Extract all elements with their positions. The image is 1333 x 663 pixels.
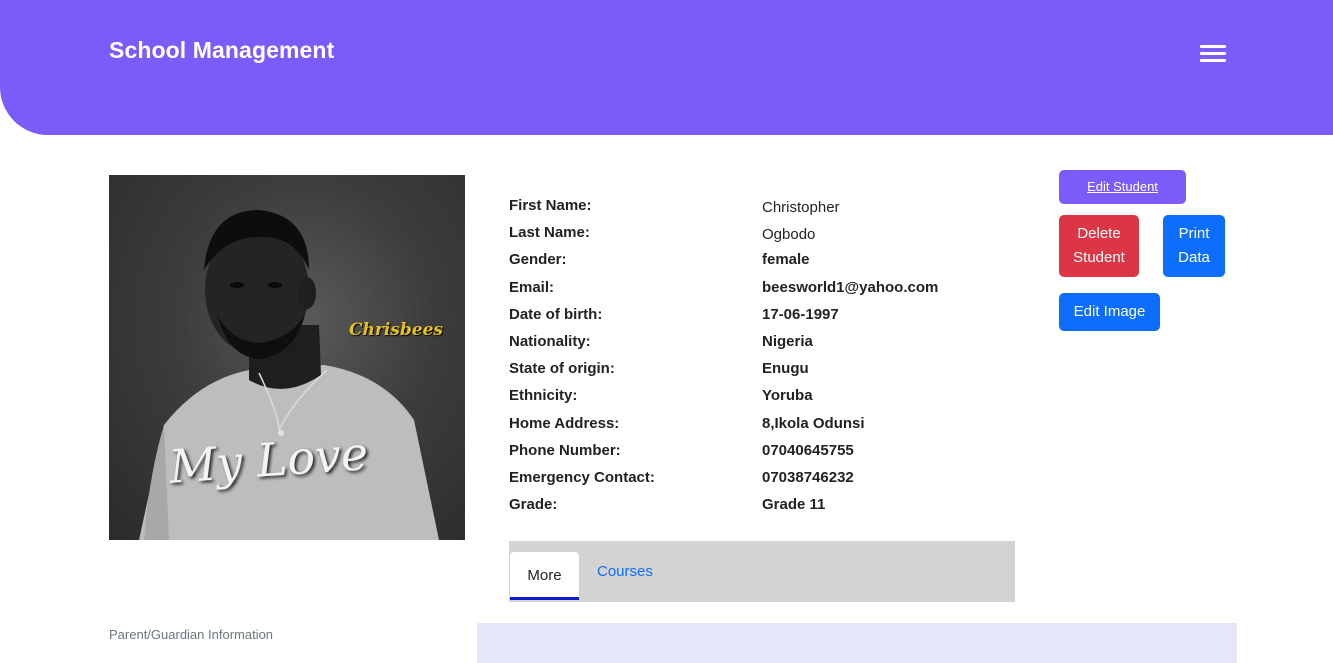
header: School Management: [0, 0, 1333, 135]
label-ethnicity: Ethnicity:: [509, 387, 578, 404]
brand-title[interactable]: School Management: [109, 37, 334, 64]
label-phone-number: Phone Number:: [509, 442, 621, 459]
hamburger-line: [1200, 45, 1226, 48]
tab-more[interactable]: More: [510, 552, 579, 600]
parent-guardian-heading: Parent/Guardian Information: [109, 627, 274, 642]
label-nationality: Nationality:: [509, 333, 591, 350]
value-phone-number: 07040645755: [762, 442, 854, 459]
hamburger-line: [1200, 59, 1226, 62]
edit-student-button[interactable]: Edit Student: [1059, 170, 1186, 204]
value-nationality: Nigeria: [762, 333, 813, 350]
label-email: Email:: [509, 279, 555, 296]
value-home-address: 8,Ikola Odunsi: [762, 415, 865, 432]
student-photo: Chrisbees My Love: [109, 175, 465, 540]
label-grade: Grade:: [509, 496, 558, 513]
value-email: beesworld1@yahoo.com: [762, 279, 939, 296]
hamburger-icon[interactable]: [1200, 45, 1226, 63]
label-gender: Gender:: [509, 251, 567, 268]
print-data-button[interactable]: Print Data: [1163, 215, 1225, 277]
delete-student-button[interactable]: Delete Student: [1059, 215, 1139, 277]
label-first-name: First Name:: [509, 197, 592, 214]
value-state-of-origin: Enugu: [762, 360, 809, 377]
label-emergency-contact: Emergency Contact:: [509, 469, 655, 486]
label-date-of-birth: Date of birth:: [509, 306, 603, 323]
value-grade: Grade 11: [762, 496, 826, 513]
value-last-name: Ogbodo: [762, 226, 816, 243]
label-last-name: Last Name:: [509, 224, 590, 241]
value-gender: female: [762, 251, 810, 268]
label-home-address: Home Address:: [509, 415, 620, 432]
edit-image-button[interactable]: Edit Image: [1059, 293, 1160, 331]
value-emergency-contact: 07038746232: [762, 469, 854, 486]
photo-signature-text: Chrisbees: [349, 320, 443, 340]
parent-guardian-panel: [477, 623, 1237, 663]
value-date-of-birth: 17-06-1997: [762, 306, 839, 323]
hamburger-line: [1200, 52, 1226, 55]
label-state-of-origin: State of origin:: [509, 360, 615, 377]
tabs-bar: More Courses: [509, 541, 1015, 602]
value-ethnicity: Yoruba: [762, 387, 813, 404]
tab-courses[interactable]: Courses: [597, 563, 653, 580]
value-first-name: Christopher: [762, 199, 840, 216]
